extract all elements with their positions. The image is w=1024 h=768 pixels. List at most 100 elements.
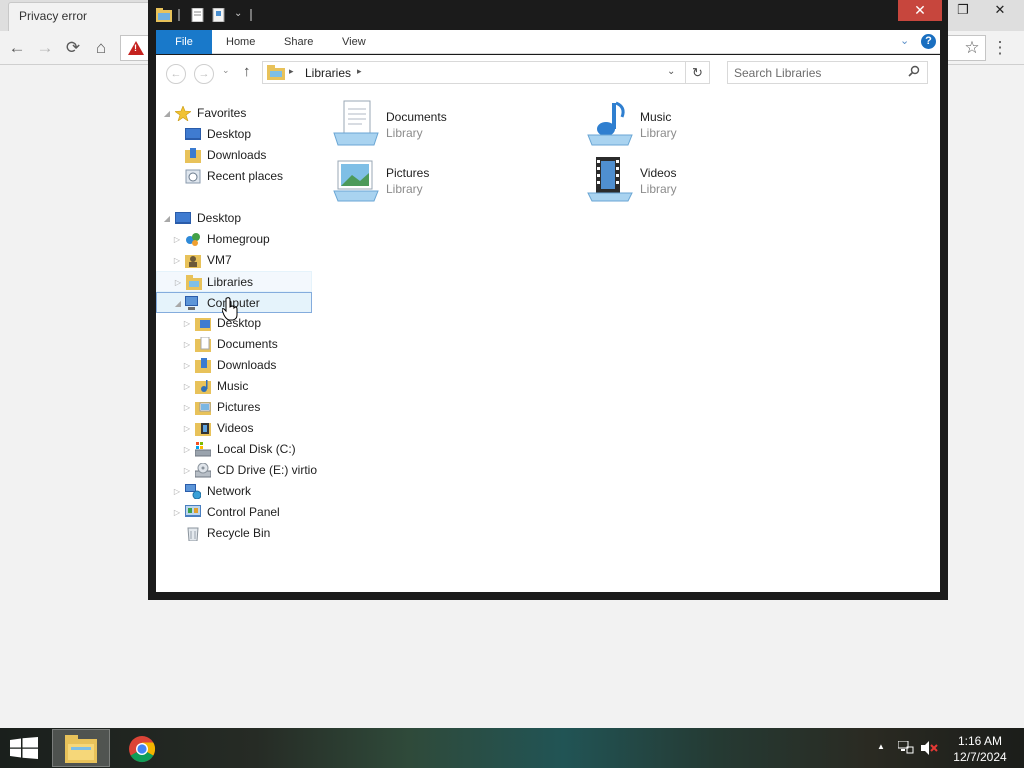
browser-tab[interactable]: Privacy error xyxy=(8,2,156,31)
library-name: Pictures xyxy=(386,166,430,180)
tree-item-videos[interactable]: ▷ Videos xyxy=(156,418,312,439)
tab-share[interactable]: Share xyxy=(276,30,321,54)
tab-file[interactable]: File xyxy=(156,30,212,54)
taskbar-file-explorer-button[interactable] xyxy=(52,729,110,767)
network-status-icon[interactable] xyxy=(898,741,914,755)
library-item-music[interactable]: Music Library xyxy=(586,99,816,149)
expand-arrow-icon[interactable]: ▷ xyxy=(182,313,192,334)
library-type: Library xyxy=(640,182,677,196)
expand-arrow-icon[interactable]: ▷ xyxy=(173,272,183,293)
reload-icon[interactable]: ⟳ xyxy=(61,36,85,60)
expand-arrow-icon[interactable]: ▷ xyxy=(182,418,192,439)
chrome-menu-icon[interactable]: ⋮ xyxy=(988,36,1012,60)
breadcrumb-chevron-icon[interactable]: ▸ xyxy=(357,66,362,77)
breadcrumb-chevron-icon[interactable]: ▸ xyxy=(289,66,294,77)
search-input[interactable] xyxy=(734,65,894,81)
library-item-documents[interactable]: Documents Library xyxy=(332,99,562,149)
expand-arrow-icon[interactable]: ▷ xyxy=(182,439,192,460)
expand-arrow-icon[interactable]: ▷ xyxy=(172,502,182,523)
pictures-library-icon xyxy=(333,160,379,202)
breadcrumb-libraries[interactable]: Libraries xyxy=(305,66,351,80)
control-panel-icon xyxy=(185,505,201,517)
back-icon[interactable]: ← xyxy=(5,36,29,60)
clock-date[interactable]: 12/7/2024 xyxy=(946,750,1014,764)
expand-arrow-icon[interactable]: ▷ xyxy=(182,355,192,376)
hand-pointer-cursor-icon xyxy=(222,297,238,321)
omnibox-right[interactable]: ☆ xyxy=(946,35,986,61)
recent-places-icon xyxy=(185,169,201,184)
tree-item-recycle-bin[interactable]: Recycle Bin xyxy=(156,523,312,544)
expand-ribbon-icon[interactable]: ⌄ xyxy=(900,34,909,47)
library-item-videos[interactable]: Videos Library xyxy=(586,155,816,205)
tree-item-pictures[interactable]: ▷ Pictures xyxy=(156,397,312,418)
libraries-icon xyxy=(186,275,202,290)
home-icon[interactable]: ⌂ xyxy=(89,36,113,60)
tree-item-desktop-root[interactable]: ◢ Desktop xyxy=(156,208,312,229)
help-icon[interactable]: ? xyxy=(921,34,936,49)
omnibox[interactable]: ! xyxy=(120,35,150,61)
up-one-level-button[interactable]: ↑ xyxy=(243,63,251,80)
expand-arrow-icon[interactable]: ▷ xyxy=(172,481,182,502)
tree-item-cd-drive[interactable]: ▷ CD Drive (E:) virtio xyxy=(156,460,317,481)
customize-qat-icon[interactable]: ⌄ xyxy=(234,8,242,19)
browser-tab-title: Privacy error xyxy=(19,9,88,23)
tree-item-vm7[interactable]: ▷ VM7 xyxy=(156,250,312,271)
chrome-icon xyxy=(129,736,156,763)
properties-icon[interactable] xyxy=(190,8,206,22)
search-box[interactable] xyxy=(727,61,928,84)
search-icon[interactable] xyxy=(908,65,920,80)
music-folder-icon xyxy=(195,380,211,394)
library-item-pictures[interactable]: Pictures Library xyxy=(332,155,562,205)
expand-arrow-icon[interactable]: ▷ xyxy=(182,334,192,355)
music-library-icon xyxy=(587,101,633,146)
navigation-pane[interactable]: ◢ Favorites Desktop Downloads Recent pla… xyxy=(156,93,317,592)
address-bar[interactable]: ▸ Libraries ▸ ⌄ xyxy=(262,61,686,84)
tree-item-favorites-downloads[interactable]: Downloads xyxy=(156,145,312,166)
collapse-arrow-icon[interactable]: ◢ xyxy=(162,103,172,124)
volume-muted-icon[interactable] xyxy=(921,741,939,755)
tree-item-documents[interactable]: ▷ Documents xyxy=(156,334,312,355)
forward-button[interactable]: → xyxy=(194,64,214,84)
tab-view[interactable]: View xyxy=(334,30,374,54)
tree-item-favorites-desktop[interactable]: Desktop xyxy=(156,124,312,145)
recent-locations-icon[interactable]: ⌄ xyxy=(222,65,230,76)
desktop-icon xyxy=(175,212,191,224)
tree-item-libraries[interactable]: ▷ Libraries xyxy=(156,271,312,292)
tree-item-recent-places[interactable]: Recent places xyxy=(156,166,312,187)
expand-arrow-icon[interactable]: ▷ xyxy=(182,397,192,418)
clock-time[interactable]: 1:16 AM xyxy=(946,734,1014,748)
expand-arrow-icon[interactable]: ▷ xyxy=(172,250,182,271)
tree-item-control-panel[interactable]: ▷ Control Panel xyxy=(156,502,312,523)
tab-home[interactable]: Home xyxy=(218,30,263,54)
explorer-titlebar[interactable]: ⌄ ✕ xyxy=(148,0,948,30)
taskbar: ▲ 1:16 AM 12/7/2024 xyxy=(0,728,1024,768)
chrome-close-icon[interactable]: ✕ xyxy=(985,0,1015,22)
collapse-arrow-icon[interactable]: ◢ xyxy=(173,293,183,314)
show-hidden-icons-button[interactable]: ▲ xyxy=(877,742,885,751)
desktop-folder-icon xyxy=(195,318,211,331)
not-secure-warning-icon[interactable]: ! xyxy=(128,41,144,55)
expand-arrow-icon[interactable]: ▷ xyxy=(182,460,192,481)
expand-arrow-icon[interactable]: ▷ xyxy=(172,229,182,250)
file-explorer-icon xyxy=(65,735,97,763)
start-windows-icon[interactable] xyxy=(10,737,38,759)
new-folder-icon[interactable] xyxy=(211,8,227,22)
back-button[interactable]: ← xyxy=(166,64,186,84)
taskbar-chrome-button[interactable] xyxy=(114,729,172,767)
refresh-button[interactable]: ↻ xyxy=(686,61,710,84)
tree-item-network[interactable]: ▷ Network xyxy=(156,481,312,502)
tree-item-homegroup[interactable]: ▷ Homegroup xyxy=(156,229,312,250)
expand-arrow-icon[interactable]: ▷ xyxy=(182,376,192,397)
tree-item-downloads[interactable]: ▷ Downloads xyxy=(156,355,312,376)
address-dropdown-icon[interactable]: ⌄ xyxy=(667,66,675,77)
tree-item-local-disk[interactable]: ▷ Local Disk (C:) xyxy=(156,439,312,460)
downloads-folder-icon xyxy=(185,148,201,163)
forward-icon[interactable]: → xyxy=(33,36,57,60)
tree-item-music[interactable]: ▷ Music xyxy=(156,376,312,397)
explorer-close-button[interactable]: ✕ xyxy=(898,0,942,21)
bookmark-star-icon[interactable]: ☆ xyxy=(960,36,984,60)
tree-item-favorites[interactable]: ◢ Favorites xyxy=(156,103,312,124)
chrome-restore-icon[interactable]: ❐ xyxy=(948,0,978,22)
collapse-arrow-icon[interactable]: ◢ xyxy=(162,208,172,229)
library-type: Library xyxy=(386,126,423,140)
